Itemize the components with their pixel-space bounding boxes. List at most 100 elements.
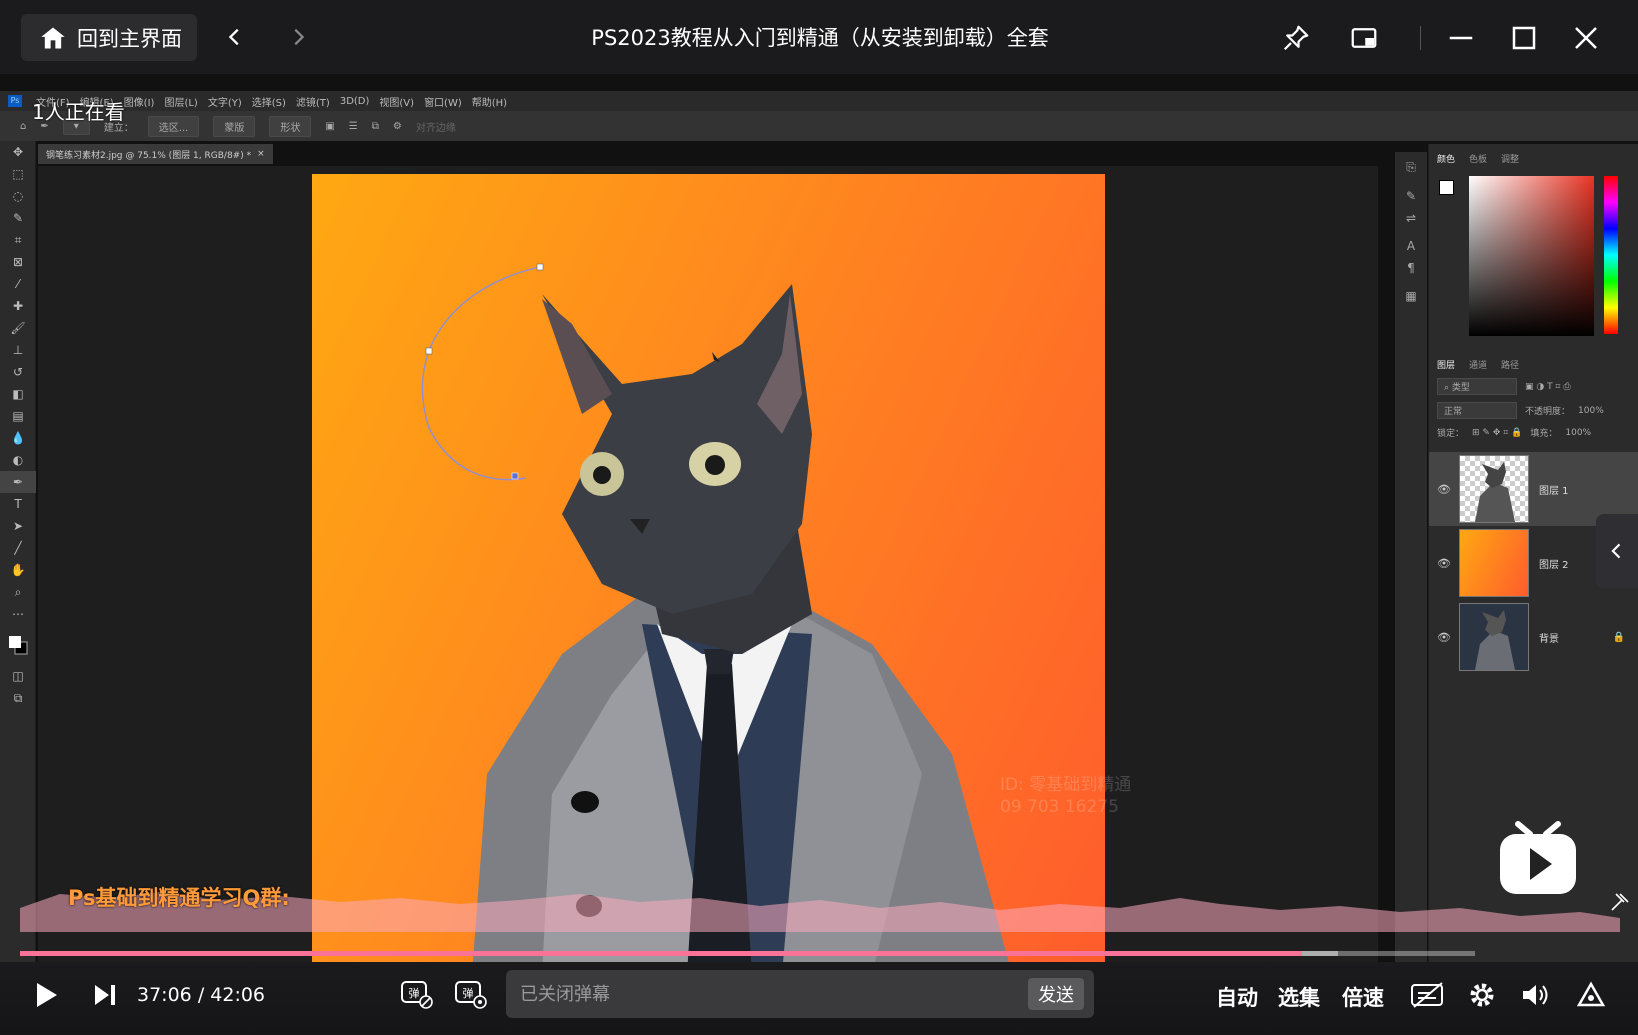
progress-bar[interactable] xyxy=(20,951,1475,956)
episodes-button[interactable]: 选集 xyxy=(1278,982,1320,1012)
color-field xyxy=(1469,176,1594,336)
more-tools-icon: ⋯ xyxy=(12,607,24,621)
tab-channels: 通道 xyxy=(1469,361,1488,371)
stamp-tool-icon: ⊥ xyxy=(12,343,24,357)
screen-mode-icon: ⧉ xyxy=(13,690,23,705)
layer-filter-icons: ▣ ◑ T ⌗ ⎙ xyxy=(1525,381,1571,392)
ps-toolbox: ✥ ⬚ ◌ ✎ ⌗ ⊠ ⁄ ✚ 🖌 ⊥ ↺ ◧ ▤ 💧 ◐ ✒ T ➤ ╱ ✋ … xyxy=(0,141,36,981)
quick-select-tool-icon: ✎ xyxy=(12,211,24,225)
danmaku-settings-icon: 弹 xyxy=(455,981,487,1009)
subtitle-off-icon xyxy=(1411,982,1443,1008)
video-frame[interactable]: Ps 文件(F) 编辑(E) 图像(I) 图层(L) 文字(Y) 选择(S) 滤… xyxy=(0,74,1638,986)
skip-next-icon xyxy=(95,985,115,1005)
settings-button[interactable] xyxy=(1465,978,1499,1012)
close-icon: × xyxy=(257,149,265,159)
danmaku-off-icon: 弹 xyxy=(401,981,433,1009)
eye-icon: 👁 xyxy=(1437,482,1451,496)
ps-menu-item: 图层(L) xyxy=(164,97,198,109)
danmaku-settings-button[interactable]: 弹 xyxy=(452,976,490,1012)
opacity-value: 100% xyxy=(1578,405,1604,416)
pin-on-top-button[interactable] xyxy=(1276,18,1316,58)
line-tool-icon: ╱ xyxy=(14,541,22,555)
ps-menubar: Ps 文件(F) 编辑(E) 图像(I) 图层(L) 文字(Y) 选择(S) 滤… xyxy=(0,91,1638,111)
home-button[interactable]: 回到主界面 xyxy=(21,14,197,61)
window-title: PS2023教程从入门到精通（从安装到卸载）全套 xyxy=(591,26,1049,50)
pen-tool-icon: ✒ xyxy=(0,471,36,493)
fullscreen-button[interactable] xyxy=(1572,978,1610,1012)
layer-thumbnail xyxy=(1459,603,1529,671)
ps-menu-item: 视图(V) xyxy=(379,97,415,109)
bilibili-tv-icon xyxy=(1500,821,1576,894)
maximize-button[interactable] xyxy=(1504,18,1544,58)
tab-color: 颜色 xyxy=(1437,155,1456,165)
volume-button[interactable] xyxy=(1518,978,1552,1012)
lock-label: 锁定： xyxy=(1437,429,1465,439)
ps-menu-item: 选择(S) xyxy=(251,97,286,109)
brush-panel-icon: ✎ xyxy=(1405,189,1417,203)
layer-name: 背景 xyxy=(1539,633,1559,645)
viewer-count: 1人正在看 xyxy=(32,100,125,124)
danmaku-input-box: 发送 xyxy=(506,970,1094,1018)
home-icon xyxy=(41,27,65,48)
history-panel-icon: ⎘ xyxy=(1406,160,1416,174)
ps-menu-item: 3D(D) xyxy=(339,95,370,107)
eyedropper-tool-icon: ⁄ xyxy=(16,277,19,291)
side-panel-toggle[interactable] xyxy=(1596,514,1638,588)
crop-tool-icon: ⌗ xyxy=(14,232,22,247)
progress-played xyxy=(20,951,1302,956)
zoom-tool-icon: ⌕ xyxy=(14,584,22,599)
gear-icon xyxy=(1470,983,1494,1007)
mini-player-button[interactable] xyxy=(1344,18,1384,58)
blend-row: 正常 不透明度： 100% xyxy=(1437,402,1604,419)
cat-illustration xyxy=(421,263,1012,974)
type-tool-icon: T xyxy=(14,497,22,511)
forward-button[interactable] xyxy=(281,20,315,54)
ps-menu-item: 滤镜(T) xyxy=(295,97,330,109)
tab-adjustments: 调整 xyxy=(1501,155,1520,165)
ps-path-ops-icon: ▣ xyxy=(325,120,335,132)
total-time: 42:06 xyxy=(210,984,266,1006)
home-button-label: 回到主界面 xyxy=(77,26,182,51)
layer-thumbnail xyxy=(1459,455,1529,523)
svg-text:弹: 弹 xyxy=(463,986,474,1000)
close-button[interactable] xyxy=(1566,18,1606,58)
layer-thumbnail xyxy=(1459,529,1529,597)
close-icon xyxy=(1575,27,1597,49)
minimize-button[interactable] xyxy=(1441,18,1481,58)
back-button[interactable] xyxy=(218,20,252,54)
frame-tool-icon: ⊠ xyxy=(12,255,24,269)
subtitle-button[interactable] xyxy=(1408,978,1448,1012)
send-danmaku-button[interactable]: 发送 xyxy=(1028,978,1084,1010)
hand-tool-icon: ✋ xyxy=(10,563,26,577)
danmaku-toggle-button[interactable]: 弹 xyxy=(398,976,436,1012)
layer-filter-select: ⌕ 类型 xyxy=(1437,378,1517,395)
playback-speed-button[interactable]: 倍速 xyxy=(1342,982,1384,1012)
opacity-label: 不透明度： xyxy=(1525,407,1571,417)
tab-layers: 图层 xyxy=(1437,361,1456,371)
danmaku-input[interactable] xyxy=(520,980,990,1008)
play-button[interactable] xyxy=(30,978,64,1012)
watermark-line: ID: 零基础到精通 xyxy=(1000,775,1132,795)
brush-tool-icon: 🖌 xyxy=(10,321,26,335)
ps-home-icon: ⌂ xyxy=(20,120,27,132)
layer-filter-row: ⌕ 类型 ▣ ◑ T ⌗ ⎙ xyxy=(1437,378,1571,395)
video-watermark: ID: 零基础到精通 09 703 16275 xyxy=(1000,774,1131,818)
next-episode-button[interactable] xyxy=(88,978,122,1012)
ps-gear-icon: ⚙ xyxy=(392,120,402,132)
ps-arrange-icon: ⧉ xyxy=(371,120,379,132)
history-brush-icon: ↺ xyxy=(12,365,24,379)
fg-bg-color-icon xyxy=(0,625,36,665)
layers-panel: 图层 通道 路径 ⌕ 类型 ▣ ◑ T ⌗ ⎙ 正常 不透明度： 100% 锁定… xyxy=(1429,350,1638,671)
eye-icon: 👁 xyxy=(1437,556,1451,570)
titlebar-separator xyxy=(1420,26,1421,50)
fullscreen-icon xyxy=(1576,981,1606,1007)
maximize-icon xyxy=(1512,26,1536,50)
gradient-tool-icon: ▤ xyxy=(12,409,24,423)
qq-group-promo: Ps基础到精通学习Q群: xyxy=(68,886,290,910)
hue-slider xyxy=(1604,176,1618,334)
danmaku-pin-icon xyxy=(1611,893,1629,911)
minimize-icon xyxy=(1449,36,1473,40)
quality-auto-button[interactable]: 自动 xyxy=(1216,982,1258,1012)
foreground-swatch xyxy=(1439,180,1454,195)
layer-name: 图层 2 xyxy=(1539,559,1569,571)
